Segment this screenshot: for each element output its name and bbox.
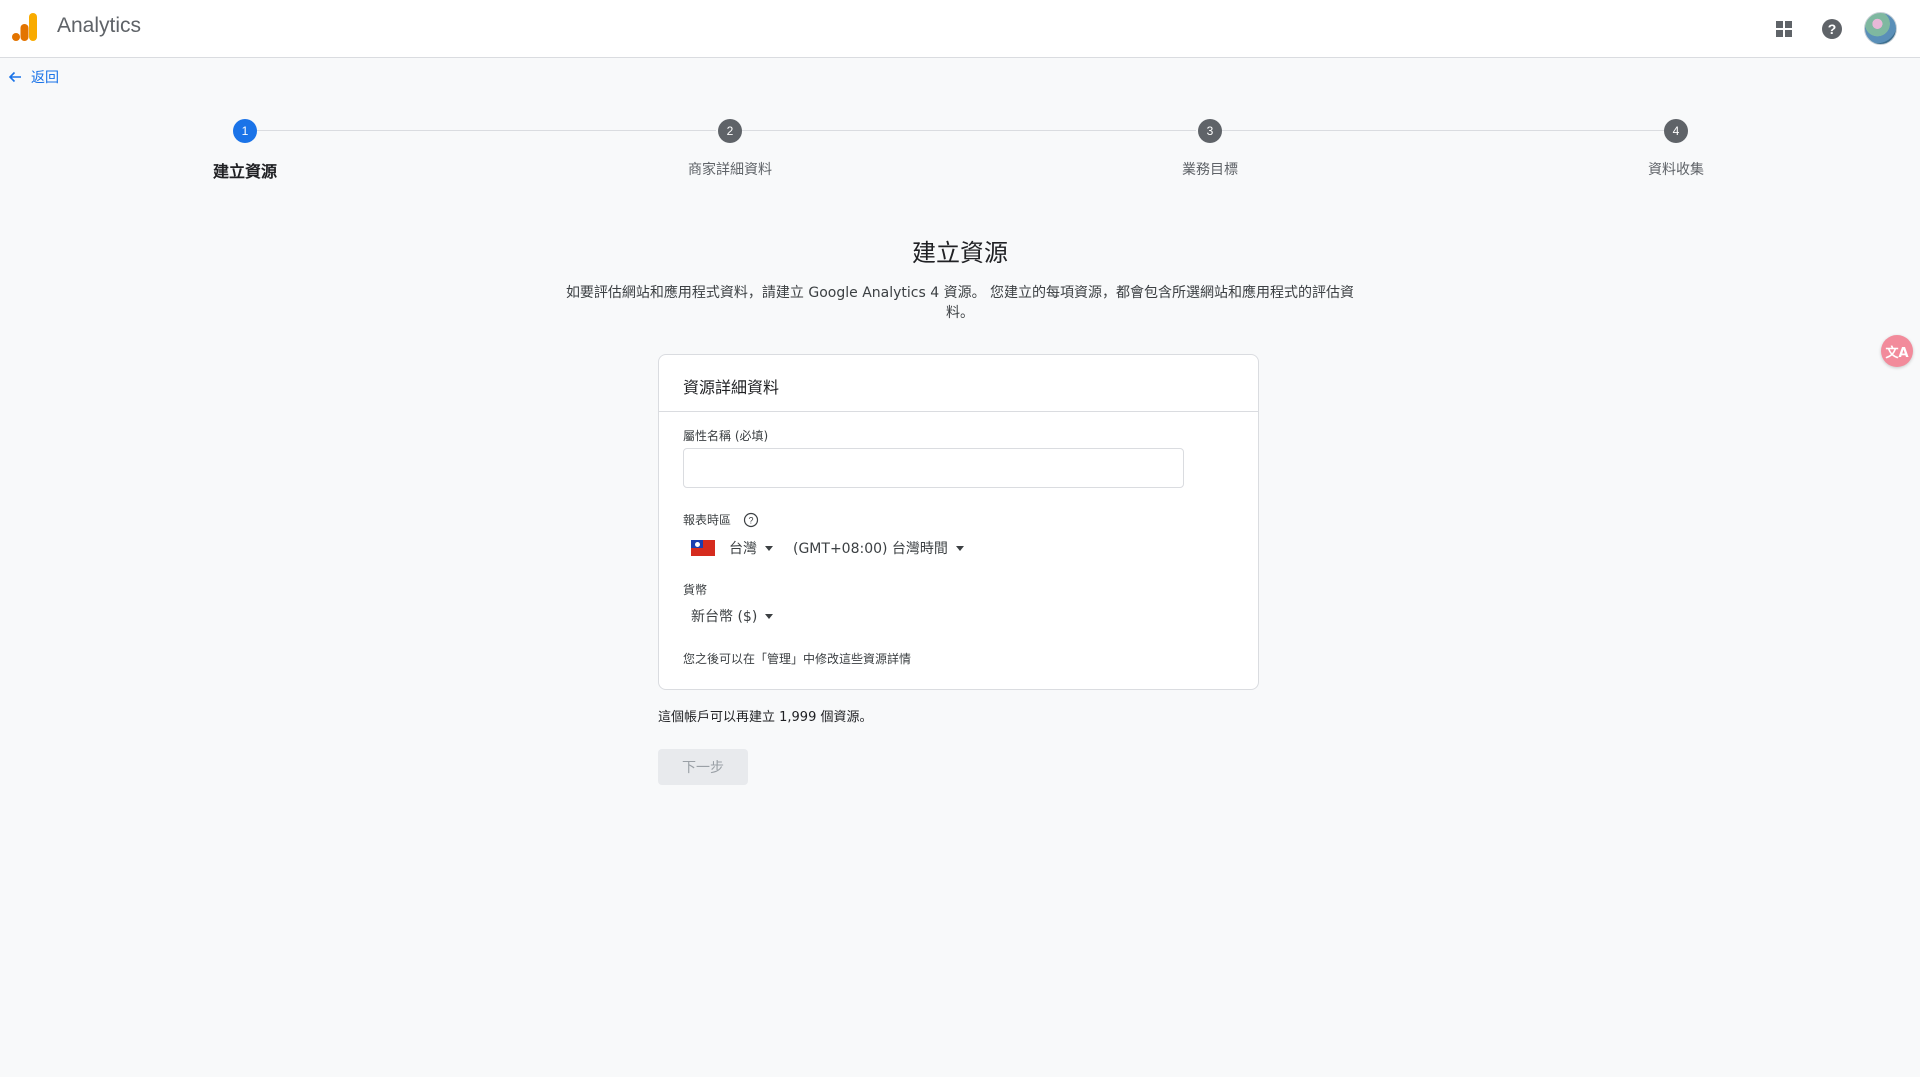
step-4-label: 資料收集 <box>1648 162 1704 178</box>
timezone-label: 報表時區 <box>683 513 732 527</box>
dropdown-caret-icon <box>955 545 964 551</box>
card-title: 資源詳細資料 <box>659 355 1258 412</box>
stepper: 1 建立資源 2 商家詳細資料 3 業務目標 4 資料收集 <box>0 115 1920 185</box>
card-note: 您之後可以在「管理」中修改這些資源詳情 <box>683 652 912 666</box>
step-connector <box>1222 130 1664 131</box>
quota-text: 這個帳戶可以再建立 1,999 個資源。 <box>658 710 873 725</box>
timezone-select[interactable]: (GMT+08:00) 台灣時間 <box>793 536 964 560</box>
step-2-label: 商家詳細資料 <box>688 162 772 178</box>
account-avatar[interactable] <box>1864 12 1897 45</box>
arrow-back-icon <box>8 71 21 83</box>
timezone-value: (GMT+08:00) 台灣時間 <box>793 541 948 557</box>
back-label: 返回 <box>31 70 59 86</box>
currency-label: 貨幣 <box>683 583 708 597</box>
step-connector <box>742 130 1196 131</box>
page-title: 建立資源 <box>912 239 1008 267</box>
apps-grid-icon[interactable] <box>1769 14 1799 44</box>
app-title[interactable]: Analytics <box>57 14 141 38</box>
translate-icon[interactable]: 文A <box>1881 335 1913 367</box>
country-select[interactable]: 台灣 <box>691 536 773 560</box>
step-3-indicator: 3 <box>1198 119 1222 143</box>
step-3-label: 業務目標 <box>1182 162 1238 178</box>
currency-select[interactable]: 新台幣 ($) <box>691 604 774 628</box>
analytics-logo-icon[interactable] <box>12 12 38 42</box>
dropdown-caret-icon <box>765 545 773 551</box>
step-connector <box>257 130 716 131</box>
next-button[interactable]: 下一步 <box>658 749 748 785</box>
top-app-bar: Analytics ? <box>0 0 1920 58</box>
taiwan-flag-icon <box>691 540 715 556</box>
country-value: 台灣 <box>729 541 757 557</box>
step-2-indicator: 2 <box>718 119 742 143</box>
svg-text:?: ? <box>748 516 753 526</box>
help-icon[interactable]: ? <box>1817 14 1847 44</box>
property-details-card: 資源詳細資料 屬性名稱 (必填) 報表時區 ? 台灣 (GMT+08:00) 台… <box>658 354 1259 690</box>
step-1-label: 建立資源 <box>212 162 278 181</box>
property-name-label: 屬性名稱 (必填) <box>683 429 769 443</box>
page-description: 如要評估網站和應用程式資料，請建立 Google Analytics 4 資源。… <box>565 285 1355 321</box>
property-name-input[interactable] <box>683 448 1184 488</box>
step-1-indicator: 1 <box>233 119 257 143</box>
step-4-indicator: 4 <box>1664 119 1688 143</box>
svg-text:?: ? <box>1828 21 1837 37</box>
help-outline-icon[interactable]: ? <box>743 512 759 528</box>
back-link[interactable]: 返回 <box>8 67 59 87</box>
currency-value: 新台幣 ($) <box>691 609 758 625</box>
dropdown-caret-icon <box>765 613 774 619</box>
